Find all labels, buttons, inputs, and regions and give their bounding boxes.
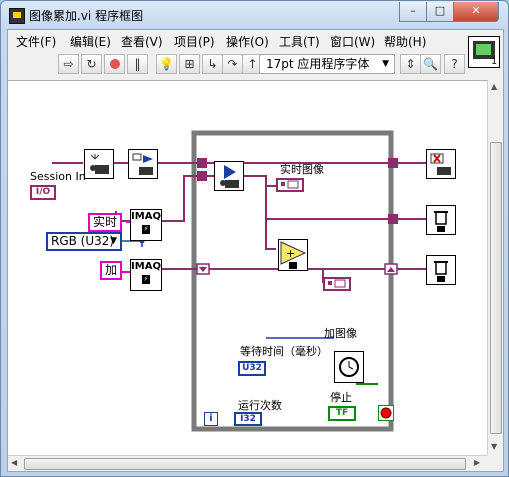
close-button[interactable]: ✕	[453, 2, 499, 22]
menu-tools[interactable]: 工具(T)	[279, 33, 320, 50]
svg-text:+: +	[286, 247, 295, 260]
menu-edit[interactable]: 编辑(E)	[70, 33, 111, 50]
highlight-execution-icon[interactable]: 💡	[156, 54, 177, 74]
add-string-constant[interactable]: 加	[100, 261, 122, 280]
pause-icon[interactable]: ‖	[127, 54, 148, 74]
chevron-down-icon: ▼	[382, 59, 389, 69]
vi-icon-number: 1	[491, 57, 497, 67]
imaq-create-label-2: IMAQ	[131, 261, 161, 272]
vi-window-body: 文件(F) 编辑(E) 查看(V) 项目(P) 操作(O) 工具(T) 窗口(W…	[7, 29, 504, 472]
session-in-label: Session In	[30, 170, 86, 183]
wait-ms-icon[interactable]	[334, 351, 364, 383]
step-into-icon[interactable]: ↳	[202, 54, 223, 74]
block-diagram-canvas[interactable]: Session In I/O 实时 加 IMAQ ⚡ IMAQ ⚡ RGB (U32…	[8, 80, 487, 456]
imaq-dispose-icon-1[interactable]	[426, 205, 456, 235]
imaq-close-icon[interactable]	[426, 149, 456, 179]
menu-help[interactable]: 帮助(H)	[384, 33, 426, 50]
align-icon[interactable]: ⇕	[400, 54, 421, 74]
scroll-right-icon[interactable]: ▶	[474, 458, 480, 467]
step-over-icon[interactable]: ↷	[222, 54, 243, 74]
maximize-button[interactable]: □	[426, 2, 454, 22]
help-icon[interactable]: ?	[444, 54, 465, 74]
imaq-configure-icon[interactable]	[128, 149, 158, 179]
rgb-u32-constant[interactable]: RGB (U32) ▼	[46, 232, 122, 251]
loop-count-label: 运行次数	[238, 399, 282, 412]
imaq-create-label-1: IMAQ	[131, 211, 161, 222]
retain-wire-values-icon[interactable]: ⊞	[179, 54, 200, 74]
realtime-image-indicator[interactable]	[276, 178, 304, 192]
loop-condition-terminal[interactable]	[378, 405, 394, 421]
chevron-down-icon: ▼	[110, 236, 117, 246]
realtime-image-label: 实时图像	[280, 163, 324, 176]
vertical-scroll-thumb[interactable]	[490, 142, 502, 434]
image-wire-to-add-indicator	[306, 268, 324, 283]
imaq-create-add-icon[interactable]: IMAQ ⚡	[130, 259, 162, 291]
menu-view[interactable]: 查看(V)	[121, 33, 163, 50]
imaq-add-icon[interactable]: +	[278, 239, 308, 271]
window-title: 图像累加.vi 程序框图	[29, 9, 144, 23]
menu-window[interactable]: 窗口(W)	[330, 33, 375, 50]
imaq-grab-icon[interactable]	[214, 161, 244, 191]
run-continuous-icon[interactable]: ↻	[81, 54, 102, 74]
bolt-icon: ⚡	[142, 225, 150, 234]
add-image-indicator[interactable]	[323, 277, 351, 291]
loop-count-indicator[interactable]: I32	[234, 412, 262, 426]
minimize-button[interactable]: –	[399, 2, 427, 22]
imaq-open-icon[interactable]	[84, 149, 114, 179]
title-bar[interactable]: 图像累加.vi 程序框图 – □ ✕	[1, 1, 508, 29]
vertical-scrollbar[interactable]: ▲ ▼	[487, 80, 503, 455]
menu-file[interactable]: 文件(F)	[16, 33, 56, 50]
rgb-u32-value: RGB (U32)	[51, 234, 115, 248]
wait-time-label: 等待时间（毫秒）	[240, 345, 328, 358]
menu-operate[interactable]: 操作(O)	[226, 33, 269, 50]
vi-connector-icon[interactable]: 1	[468, 36, 500, 68]
tunnel-out-session	[388, 158, 398, 168]
image-wire-realtime	[162, 175, 214, 222]
imaq-dispose-icon-2[interactable]	[426, 255, 456, 285]
scroll-up-icon[interactable]: ▲	[491, 82, 497, 91]
app-window: 图像累加.vi 程序框图 – □ ✕ 文件(F) 编辑(E) 查看(V) 项目(…	[0, 0, 509, 477]
font-select-value: 17pt 应用程序字体	[266, 57, 370, 71]
realtime-string-constant[interactable]: 实时	[88, 213, 122, 232]
menu-bar: 文件(F) 编辑(E) 查看(V) 项目(P) 操作(O) 工具(T) 窗口(W…	[8, 30, 466, 50]
font-select[interactable]: 17pt 应用程序字体 ▼	[259, 54, 395, 74]
wait-time-control[interactable]: U32	[238, 361, 266, 376]
scroll-left-icon[interactable]: ◀	[11, 458, 17, 467]
image-wire-to-indicator	[244, 175, 276, 187]
run-arrow-icon[interactable]: ⇨	[58, 54, 79, 74]
labview-app-icon	[9, 8, 25, 24]
add-image-label: 加图像	[324, 327, 357, 340]
horizontal-scrollbar[interactable]: ◀ ▶	[8, 455, 487, 471]
zoom-icon[interactable]: 🔍	[420, 54, 441, 74]
stop-label: 停止	[330, 391, 352, 404]
scroll-down-icon[interactable]: ▼	[491, 442, 497, 451]
abort-icon[interactable]	[104, 54, 125, 74]
tunnel-in-image	[197, 171, 207, 181]
menu-project[interactable]: 项目(P)	[174, 33, 215, 50]
tunnel-in-session	[197, 158, 207, 168]
bolt-icon: ⚡	[142, 275, 150, 284]
tunnel-out-image	[388, 214, 398, 224]
horizontal-scroll-thumb[interactable]	[24, 458, 466, 470]
session-in-terminal[interactable]: I/O	[30, 185, 56, 200]
imaq-create-realtime-icon[interactable]: IMAQ ⚡	[130, 209, 162, 241]
toolbar: ⇨ ↻ ‖ 💡 ⊞ ↳ ↷ ↑ 17pt 应用程序字体 ▼ ⇕ 🔍 ?	[8, 52, 466, 78]
iteration-terminal: i	[204, 412, 218, 426]
stop-control[interactable]: TF	[328, 406, 356, 421]
